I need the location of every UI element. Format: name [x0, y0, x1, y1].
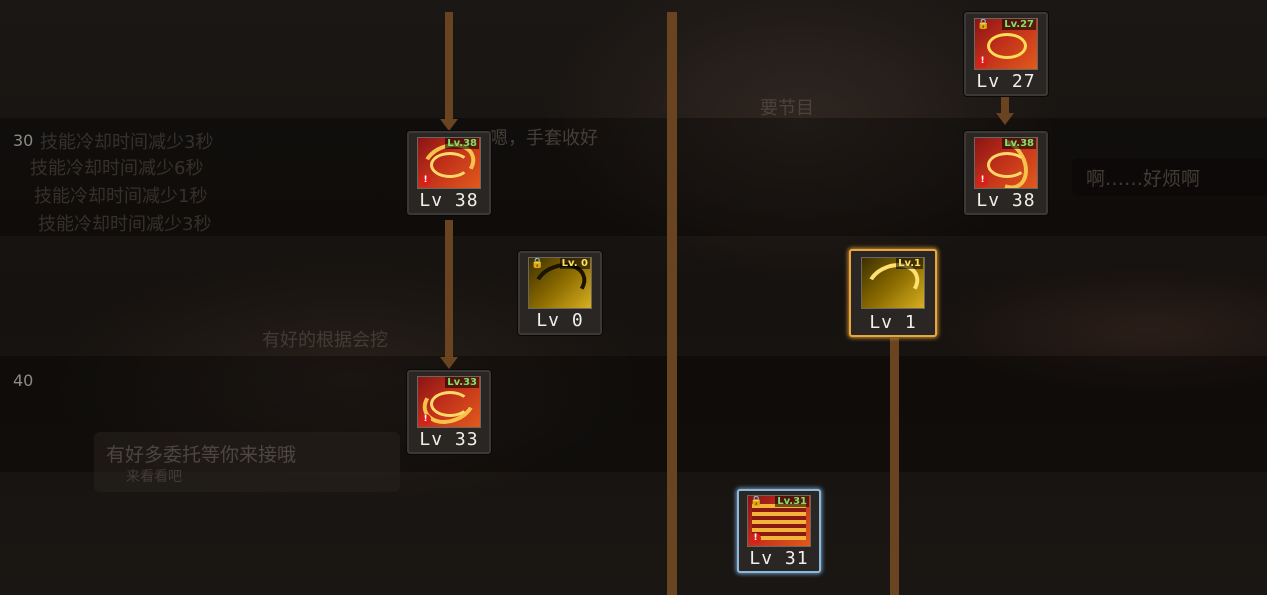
connector-col2-mid [445, 220, 453, 358]
skill-badge: Lv. 0 [559, 258, 590, 269]
bg-text-line-3: 技能冷却时间减少1秒 [34, 186, 208, 207]
skill-slot-col5[interactable]: 🔒 Lv.31 ! Lv 31 [737, 489, 821, 573]
connector-arrow-col7 [996, 113, 1014, 125]
skill-icon: Lv.38 ! [417, 137, 481, 189]
quest-hint-text: 有好多委托等你来接哦 [106, 444, 297, 466]
bg-shout-1: 要节目 [760, 98, 814, 119]
connector-arrow-col2-mid [440, 357, 458, 369]
skill-badge: Lv.33 [445, 377, 479, 388]
skill-icon: Lv.33 ! [417, 376, 481, 428]
skill-icon: Lv.38 ! [974, 137, 1038, 189]
lock-icon: 🔒 [750, 496, 763, 507]
bg-text-line-4: 技能冷却时间减少3秒 [38, 214, 212, 235]
skill-slot-col2-mid[interactable]: Lv.33 ! Lv 33 [407, 370, 491, 454]
bg-shout-3: 嗯，手套收好 [490, 128, 598, 149]
connector-col7 [1001, 96, 1009, 114]
warning-icon: ! [977, 175, 988, 186]
skill-slot-col6[interactable]: Lv.1 Lv 1 [849, 249, 937, 337]
lock-icon: 🔒 [977, 19, 990, 30]
quest-hint-box: 有好多委托等你来接哦 来看看吧 [94, 432, 400, 492]
skill-level-label: Lv 33 [419, 429, 479, 450]
speech-bubble-text: 啊……好烦啊 [1086, 168, 1201, 190]
quest-hint-sub: 来看看吧 [126, 469, 182, 485]
connector-divider [667, 12, 677, 595]
lock-icon: 🔒 [531, 258, 544, 269]
skill-badge: Lv.31 [775, 496, 809, 507]
skill-badge: Lv.27 [1002, 19, 1036, 30]
warning-icon: ! [750, 533, 761, 544]
swirl-icon-art-inner [430, 152, 470, 178]
skill-badge: Lv.38 [1002, 138, 1036, 149]
skill-icon: Lv.1 [861, 257, 925, 309]
skill-level-label: Lv 0 [536, 310, 584, 331]
skill-slot-col7-top[interactable]: 🔒 Lv.27 ! Lv 27 [964, 12, 1048, 96]
skill-icon: 🔒 Lv.27 ! [974, 18, 1038, 70]
bg-text-line-2: 技能冷却时间减少6秒 [30, 158, 204, 179]
swirl-icon-art-inner [987, 33, 1027, 59]
skill-icon: 🔒 Lv. 0 [528, 257, 592, 309]
skill-slot-col2-top[interactable]: Lv.38 ! Lv 38 [407, 131, 491, 215]
warning-icon: ! [420, 175, 431, 186]
skill-level-label: Lv 1 [869, 312, 917, 333]
skill-level-label: Lv 27 [976, 71, 1036, 92]
skill-slot-col3[interactable]: 🔒 Lv. 0 Lv 0 [518, 251, 602, 335]
row-label-30: 30 [13, 131, 34, 150]
connector-col6 [890, 338, 899, 595]
connector-arrow-col2-top [440, 119, 458, 131]
skill-icon: 🔒 Lv.31 ! [747, 495, 811, 547]
warning-icon: ! [977, 56, 988, 67]
bg-text-line-1: 技能冷却时间减少3秒 [40, 132, 214, 153]
skill-level-label: Lv 31 [749, 548, 809, 569]
row-label-40: 40 [13, 371, 34, 390]
skill-level-label: Lv 38 [419, 190, 479, 211]
skill-badge: Lv.38 [445, 138, 479, 149]
skill-level-label: Lv 38 [976, 190, 1036, 211]
background-scene [0, 0, 1267, 595]
bg-shout-2: 有好的根据会挖 [262, 330, 388, 351]
skill-slot-col7-mid[interactable]: Lv.38 ! Lv 38 [964, 131, 1048, 215]
connector-col2-top [445, 12, 453, 120]
warning-icon: ! [420, 414, 431, 425]
skill-badge: Lv.1 [896, 258, 923, 269]
swirl-icon-art-inner [430, 391, 470, 417]
speech-bubble-box: 啊……好烦啊 [1072, 158, 1267, 196]
swirl-icon-art-inner [987, 152, 1027, 178]
